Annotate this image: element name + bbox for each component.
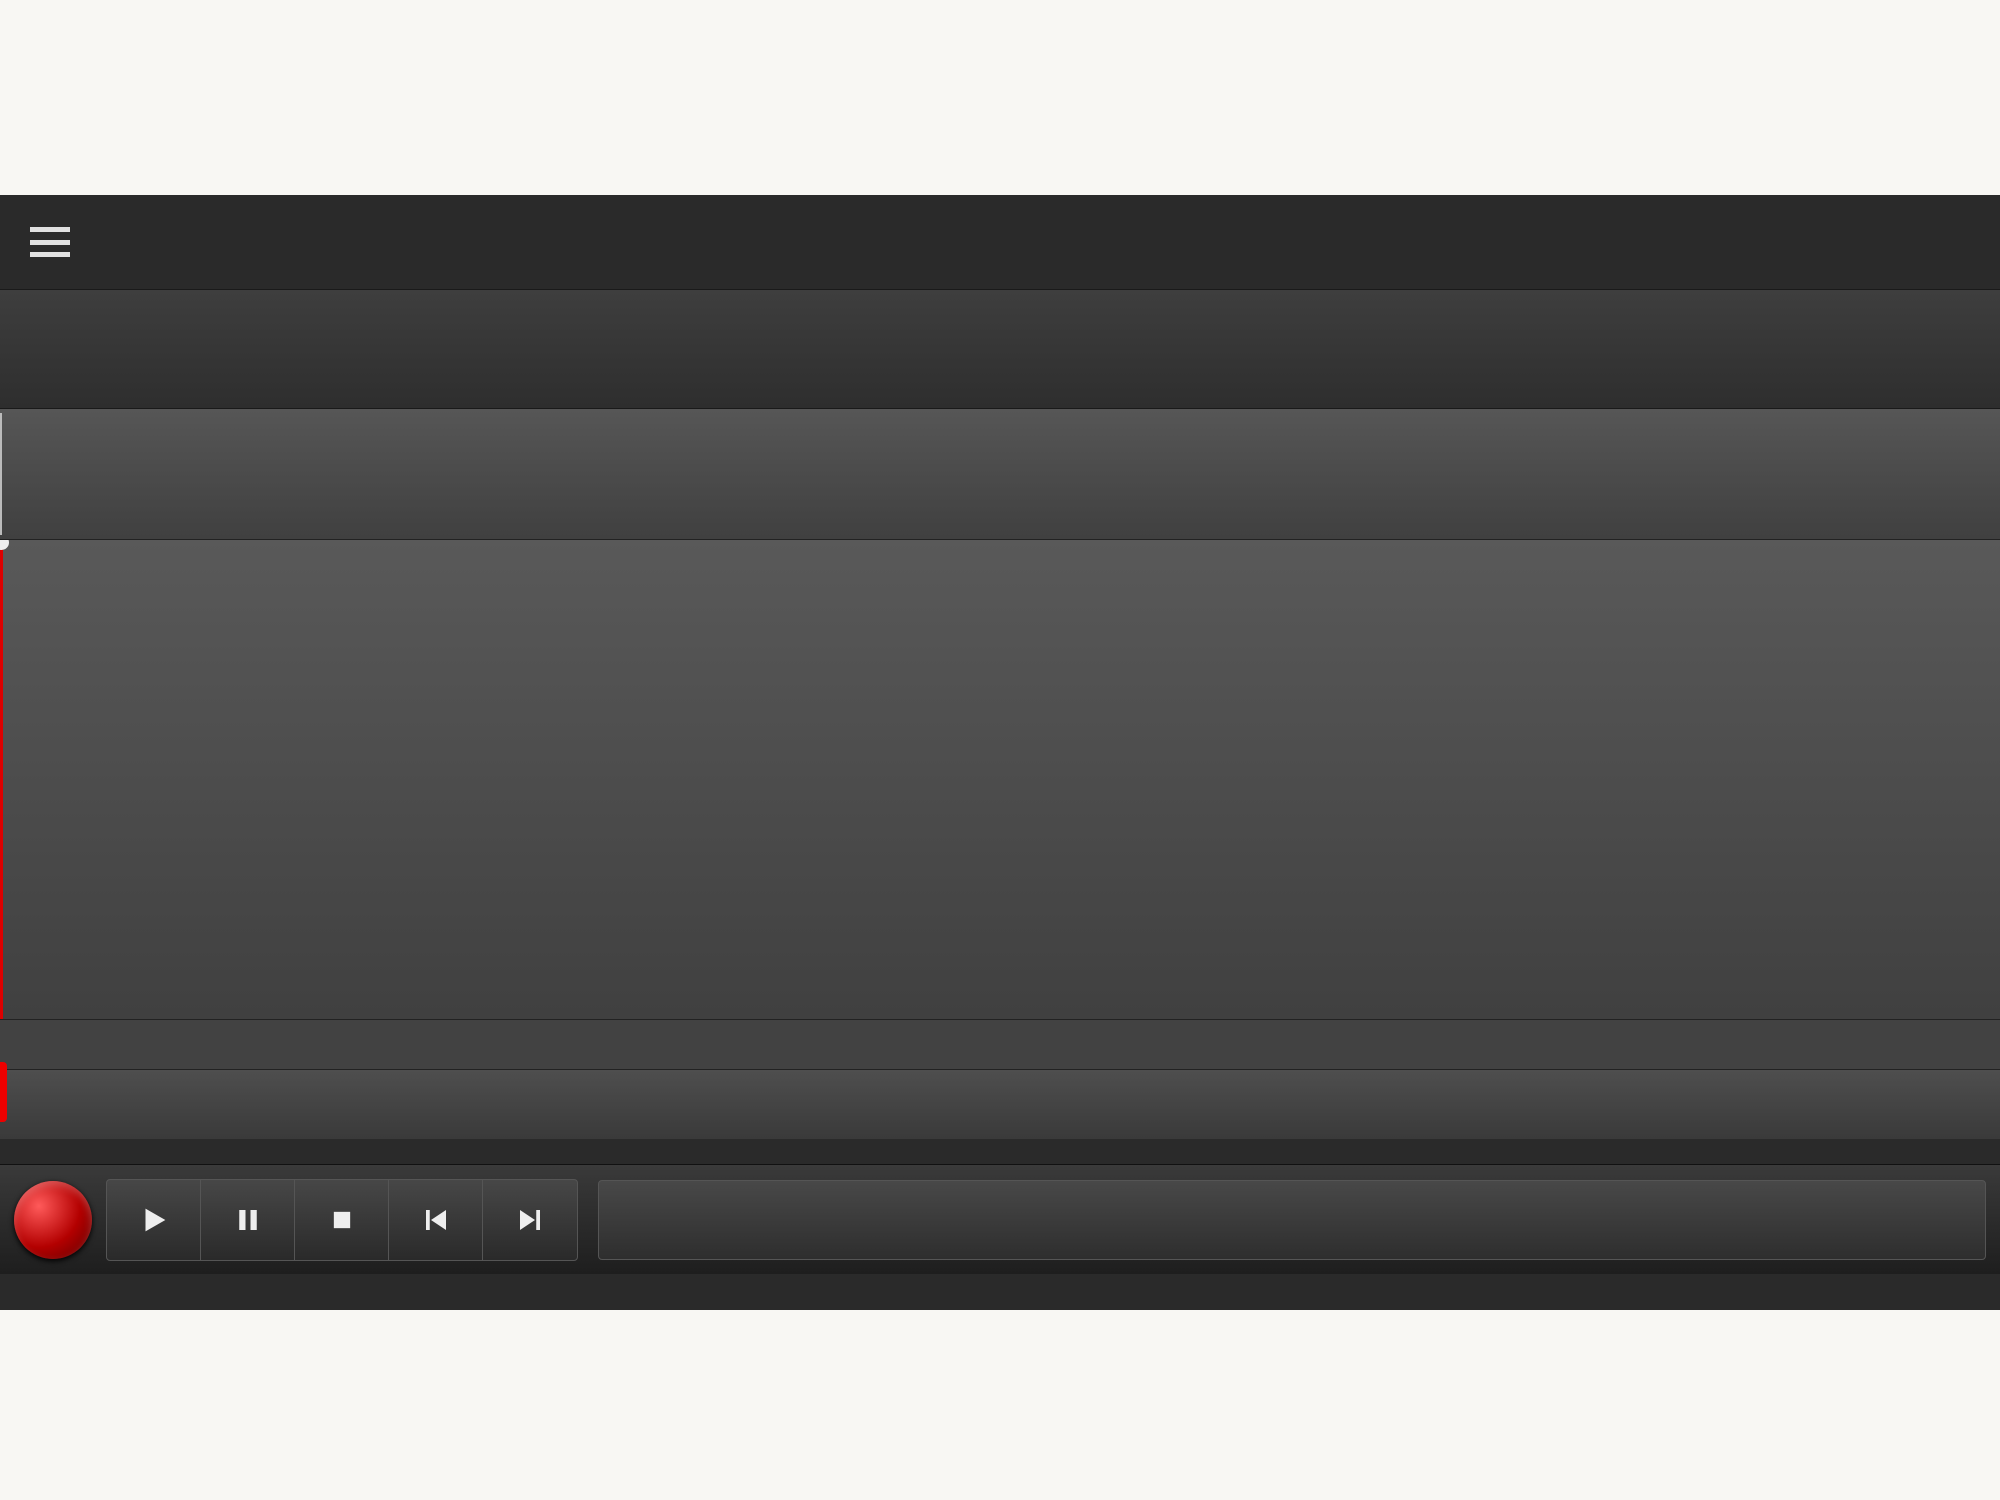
overview-waveform[interactable]: [0, 409, 2000, 539]
pause-button[interactable]: [201, 1180, 295, 1260]
toolbar: [0, 289, 2000, 409]
overview-waveform-svg: [0, 409, 2000, 539]
ruler-strip[interactable]: [0, 1069, 2000, 1139]
time-ruler[interactable]: [0, 1019, 2000, 1069]
main-waveform[interactable]: [0, 539, 2000, 1019]
skip-back-button[interactable]: [389, 1180, 483, 1260]
playhead-marker[interactable]: [0, 1062, 7, 1122]
stop-button[interactable]: [295, 1180, 389, 1260]
app-window: [0, 195, 2000, 1310]
playhead[interactable]: [0, 540, 3, 1019]
main-waveform-svg: [0, 540, 2000, 1019]
title-block: [100, 195, 340, 289]
skip-forward-button[interactable]: [483, 1180, 577, 1260]
overview-viewport-box[interactable]: [0, 413, 2, 535]
header-bar: [0, 195, 2000, 289]
menu-button[interactable]: [0, 195, 100, 289]
record-button[interactable]: [14, 1181, 92, 1259]
hamburger-icon: [30, 227, 70, 257]
time-display: [598, 1180, 1986, 1260]
play-button[interactable]: [107, 1180, 201, 1260]
transport-bar: [0, 1164, 2000, 1274]
transport-controls: [106, 1179, 578, 1261]
